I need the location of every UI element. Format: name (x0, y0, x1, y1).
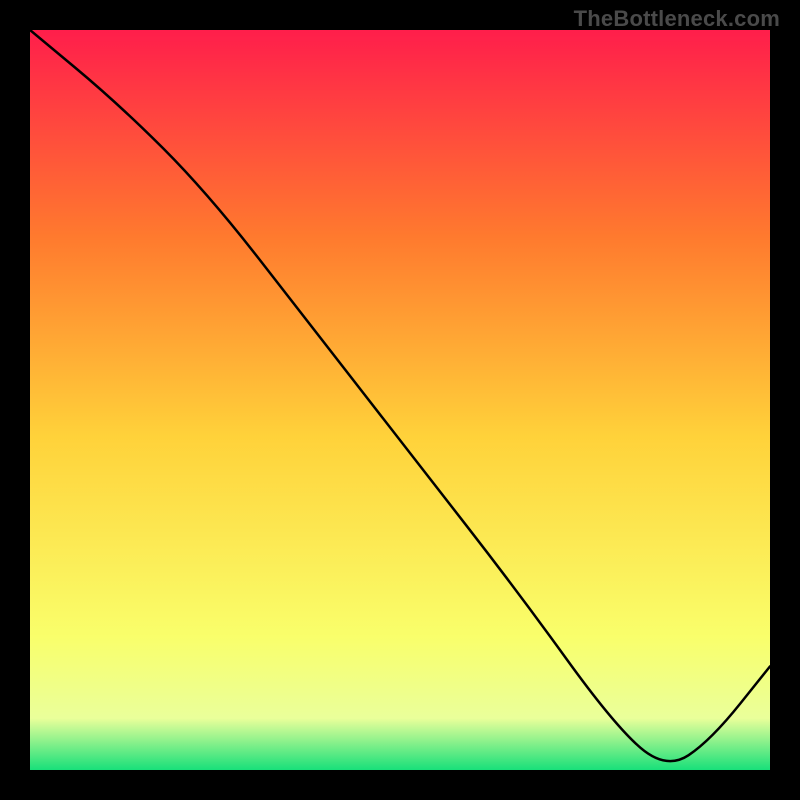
plot-area (30, 30, 770, 770)
chart-frame: TheBottleneck.com (0, 0, 800, 800)
plot-svg (30, 30, 770, 770)
watermark-text: TheBottleneck.com (574, 6, 780, 32)
gradient-background (30, 30, 770, 770)
